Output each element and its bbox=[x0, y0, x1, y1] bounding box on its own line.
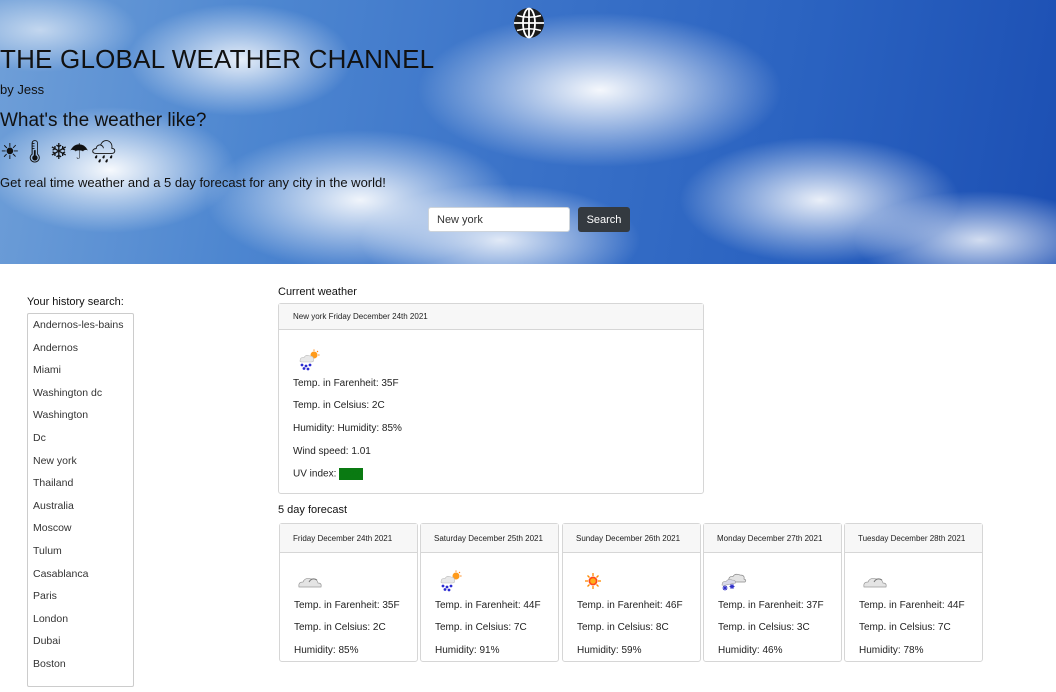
forecast-temp-c: Temp. in Celsius: 2C bbox=[294, 622, 386, 633]
forecast-card-header: Friday December 24th 2021 bbox=[280, 524, 417, 553]
forecast-temp-f: Temp. in Farenheit: 37F bbox=[718, 600, 824, 611]
forecast-card-header: Tuesday December 28th 2021 bbox=[845, 524, 982, 553]
site-byline: by Jess bbox=[0, 82, 45, 97]
history-item[interactable]: Tulum bbox=[28, 540, 133, 563]
current-weather-card: New york Friday December 24th 2021 Temp.… bbox=[278, 303, 704, 494]
forecast-card: Sunday December 26th 2021 Temp. in Faren… bbox=[562, 523, 701, 662]
forecast-card: Monday December 27th 2021 Temp. in Faren… bbox=[703, 523, 842, 662]
forecast-temp-f: Temp. in Farenheit: 35F bbox=[294, 600, 400, 611]
history-item[interactable]: Dc bbox=[28, 427, 133, 450]
hero-question: What's the weather like? bbox=[0, 110, 207, 131]
forecast-card: Saturday December 25th 2021 Temp. in Far… bbox=[420, 523, 559, 662]
history-item[interactable]: Dubai bbox=[28, 630, 133, 653]
rain-sun-icon bbox=[440, 570, 462, 592]
forecast-card: Tuesday December 28th 2021 Temp. in Fare… bbox=[844, 523, 983, 662]
history-item[interactable]: London bbox=[28, 608, 133, 631]
history-item[interactable]: New york bbox=[28, 450, 133, 473]
history-item[interactable]: Thailand bbox=[28, 472, 133, 495]
forecast-temp-c: Temp. in Celsius: 3C bbox=[718, 622, 810, 633]
history-item[interactable]: Miami bbox=[28, 359, 133, 382]
history-title: Your history search: bbox=[27, 296, 124, 308]
cloud-icon bbox=[298, 578, 322, 588]
forecast-card-header: Sunday December 26th 2021 bbox=[563, 524, 700, 553]
history-item[interactable]: Andernos-les-bains bbox=[28, 314, 133, 337]
forecast-temp-c: Temp. in Celsius: 8C bbox=[577, 622, 669, 633]
hero-banner: THE GLOBAL WEATHER CHANNEL by Jess What'… bbox=[0, 0, 1056, 264]
current-temp-f: Temp. in Farenheit: 35F bbox=[293, 378, 399, 389]
uv-badge: 1.22 bbox=[339, 468, 363, 480]
rain-snow-sun-icon bbox=[299, 349, 320, 371]
globe-icon bbox=[514, 7, 544, 39]
forecast-temp-c: Temp. in Celsius: 7C bbox=[435, 622, 527, 633]
forecast-humidity: Humidity: 46% bbox=[718, 645, 783, 656]
weather-icons-row: ☀🌡❄☂🌧 bbox=[0, 139, 119, 164]
forecast-humidity: Humidity: 85% bbox=[294, 645, 359, 656]
sun-icon bbox=[585, 573, 601, 589]
history-item[interactable]: Boston bbox=[28, 653, 133, 676]
current-wind: Wind speed: 1.01 bbox=[293, 446, 371, 457]
uv-label: UV index: bbox=[293, 468, 337, 480]
history-list: Andernos-les-bains Andernos Miami Washin… bbox=[27, 313, 134, 687]
history-item[interactable]: Washington bbox=[28, 404, 133, 427]
current-temp-c: Temp. in Celsius: 2C bbox=[293, 400, 385, 411]
current-weather-header: New york Friday December 24th 2021 bbox=[279, 304, 703, 330]
city-search-input[interactable] bbox=[428, 207, 570, 232]
forecast-humidity: Humidity: 59% bbox=[577, 645, 642, 656]
history-item[interactable]: Casablanca bbox=[28, 563, 133, 586]
forecast-humidity: Humidity: 78% bbox=[859, 645, 924, 656]
history-item[interactable]: Moscow bbox=[28, 517, 133, 540]
forecast-temp-f: Temp. in Farenheit: 44F bbox=[859, 600, 965, 611]
search-button[interactable]: Search bbox=[578, 207, 630, 232]
forecast-label: 5 day forecast bbox=[278, 504, 348, 516]
forecast-card: Friday December 24th 2021 Temp. in Faren… bbox=[279, 523, 418, 662]
cloud-icon bbox=[863, 578, 887, 588]
snow-cloud-icon bbox=[721, 573, 747, 591]
hero-tagline: Get real time weather and a 5 day foreca… bbox=[0, 175, 386, 190]
forecast-temp-f: Temp. in Farenheit: 44F bbox=[435, 600, 541, 611]
history-item[interactable]: Andernos bbox=[28, 337, 133, 360]
forecast-humidity: Humidity: 91% bbox=[435, 645, 500, 656]
forecast-card-header: Monday December 27th 2021 bbox=[704, 524, 841, 553]
current-uv-row: UV index: 1.22 bbox=[293, 468, 363, 480]
history-item[interactable]: Australia bbox=[28, 495, 133, 518]
site-title: THE GLOBAL WEATHER CHANNEL bbox=[0, 44, 435, 74]
history-item[interactable]: Paris bbox=[28, 585, 133, 608]
current-weather-label: Current weather bbox=[278, 286, 357, 298]
history-item[interactable]: Washington dc bbox=[28, 382, 133, 405]
forecast-temp-f: Temp. in Farenheit: 46F bbox=[577, 600, 683, 611]
current-humidity: Humidity: Humidity: 85% bbox=[293, 423, 402, 434]
forecast-temp-c: Temp. in Celsius: 7C bbox=[859, 622, 951, 633]
forecast-card-header: Saturday December 25th 2021 bbox=[421, 524, 558, 553]
